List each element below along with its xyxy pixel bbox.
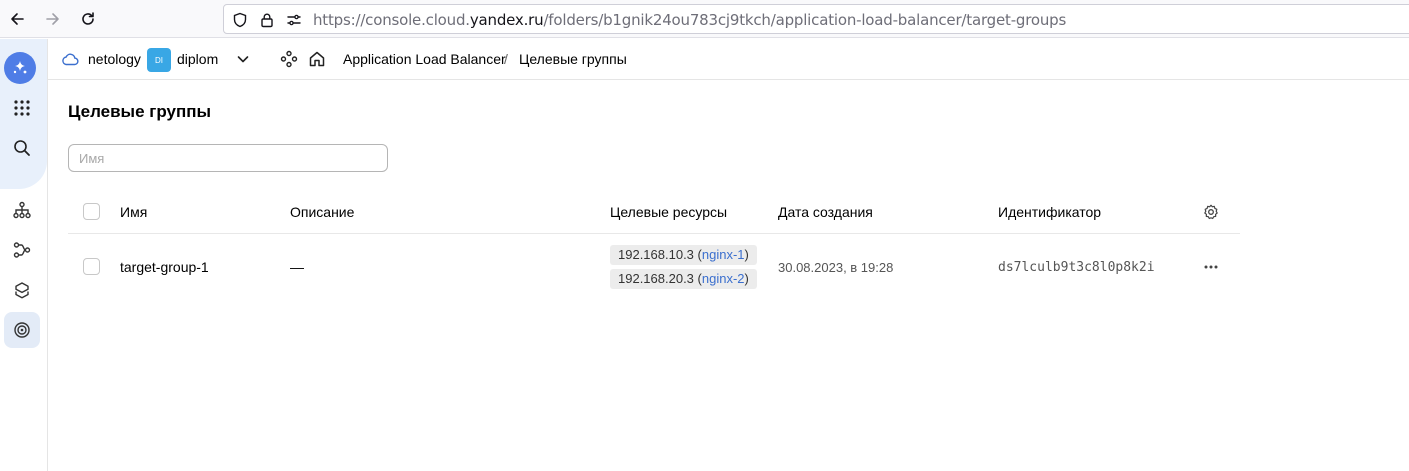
shield-icon[interactable] [231,11,249,29]
column-header-target-resources[interactable]: Целевые ресурсы [610,204,727,220]
row-checkbox[interactable] [83,258,100,275]
reload-icon[interactable] [76,7,100,31]
breadcrumb-service[interactable]: Application Load Balancer [343,51,506,67]
url-text[interactable]: https://console.cloud.yandex.ru/folders/… [313,11,1066,29]
yandex-cloud-logo-icon[interactable] [4,52,36,84]
row-name[interactable]: target-group-1 [120,259,209,275]
home-icon[interactable] [307,49,327,69]
column-header-id[interactable]: Идентификатор [998,204,1101,220]
target-groups-icon[interactable] [4,312,40,348]
permissions-icon[interactable] [285,11,303,29]
breadcrumb-separator: / [504,51,508,67]
folder-badge: DI [147,48,171,72]
load-balancers-icon[interactable] [4,192,40,228]
row-description: — [290,259,304,275]
left-navigation-rail [0,39,48,471]
breadcrumb-folder[interactable]: diplom [177,51,218,67]
column-header-description[interactable]: Описание [290,204,354,220]
breadcrumb-current: Целевые группы [519,51,627,67]
target-resource-chip: 192.168.20.3 (nginx-2) [610,269,757,289]
http-routers-icon[interactable] [4,232,40,268]
target-resource-chip: 192.168.10.3 (nginx-1) [610,245,757,265]
back-arrow-icon[interactable] [5,7,29,31]
chevron-down-icon[interactable] [233,49,253,69]
column-header-name[interactable]: Имя [120,204,147,220]
row-created-date: 30.08.2023, в 19:28 [778,260,894,275]
row-actions-more-icon[interactable] [1199,255,1223,279]
browser-toolbar: https://console.cloud.yandex.ru/folders/… [0,0,1409,38]
resource-ip: 192.168.20.3 [618,271,694,286]
search-input[interactable] [68,144,388,172]
resource-instance-link[interactable]: nginx-2 [702,271,745,286]
column-header-created[interactable]: Дата создания [778,204,873,220]
resource-instance-link[interactable]: nginx-1 [702,247,745,262]
resource-ip: 192.168.10.3 [618,247,694,262]
search-icon[interactable] [4,130,40,166]
breadcrumb: netology DI diplom Application Load Bala… [48,39,1409,80]
page-title: Целевые группы [68,102,212,121]
url-path: /folders/b1gnik24ou783cj9tkch/applicatio… [543,11,1067,29]
services-grid-icon[interactable] [4,90,40,126]
forward-arrow-icon[interactable] [41,7,65,31]
url-domain: yandex.ru [469,11,544,29]
backend-groups-icon[interactable] [4,272,40,308]
address-bar[interactable]: https://console.cloud.yandex.ru/folders/… [223,4,1409,34]
url-prefix: https://console.cloud. [313,11,470,29]
lock-icon[interactable] [258,11,276,29]
select-all-checkbox[interactable] [83,203,100,220]
alb-service-icon[interactable] [279,49,299,69]
table-settings-gear-icon[interactable] [1199,200,1223,224]
row-id: ds7lculb9t3c8l0p8k2i [998,260,1155,275]
table-header-divider [68,233,1240,234]
cloud-icon [60,49,80,69]
breadcrumb-cloud[interactable]: netology [88,51,141,67]
